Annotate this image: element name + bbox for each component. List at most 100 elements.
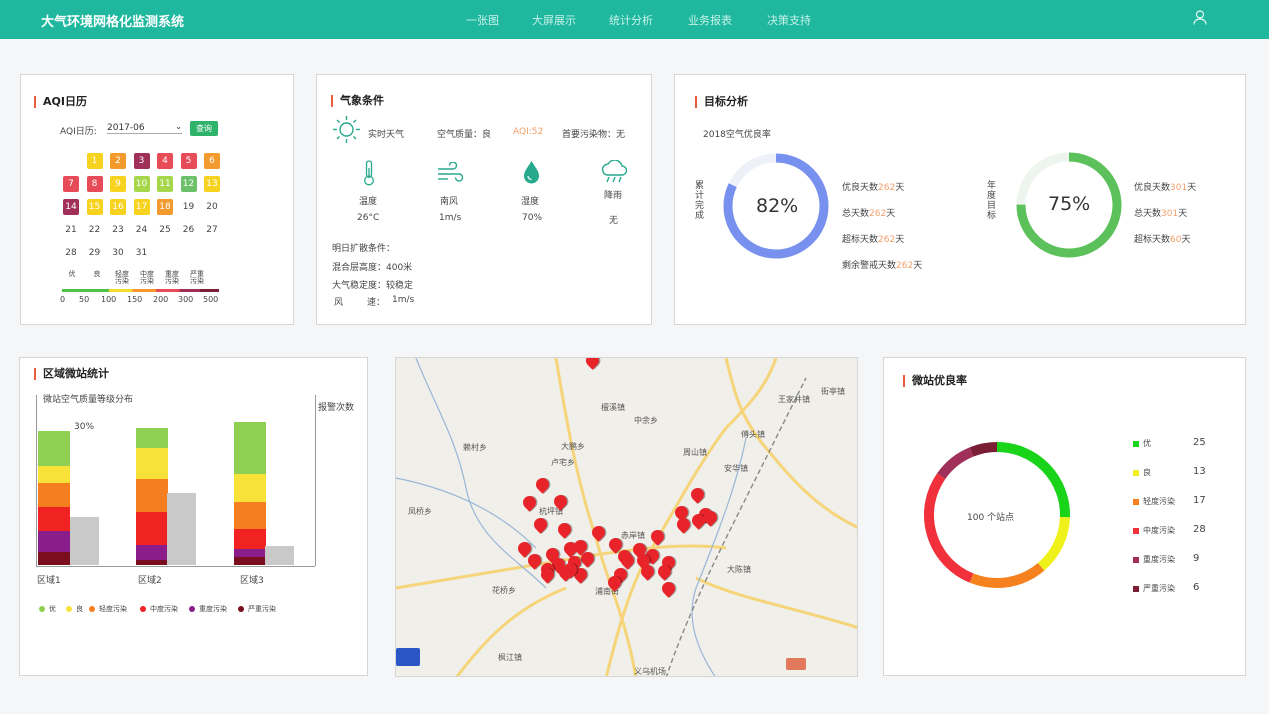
sun-icon	[333, 116, 360, 143]
alarm-bar[interactable]	[265, 546, 294, 565]
donut-slice[interactable]	[996, 442, 1070, 518]
calendar-day[interactable]: 19	[181, 199, 197, 215]
map-place: 花桥乡	[492, 586, 516, 595]
calendar-day[interactable]: 22	[87, 222, 103, 238]
stat-num: 301	[1161, 209, 1179, 219]
legend-item: 轻度污染	[89, 604, 127, 614]
stat-label: 优良天数	[1134, 183, 1171, 193]
stack-segment[interactable]	[234, 557, 266, 565]
user-icon[interactable]	[1193, 10, 1207, 25]
calendar-day[interactable]: 13	[204, 176, 220, 192]
wind-speed: 1m/s	[439, 213, 462, 223]
nav-reports[interactable]: 业务报表	[688, 12, 732, 28]
calendar-day[interactable]: 31	[134, 245, 150, 261]
calendar-day[interactable]: 7	[63, 176, 79, 192]
stack-segment[interactable]	[136, 512, 168, 545]
stack-segment[interactable]	[38, 507, 70, 531]
legend-text: 轻度污染	[99, 605, 127, 613]
station-count: 100 个站点	[967, 513, 1015, 523]
legend-text: 中度污染	[150, 605, 178, 613]
stack-segment[interactable]	[234, 549, 266, 557]
calendar-day[interactable]: 16	[110, 199, 126, 215]
calendar-day[interactable]: 8	[86, 176, 103, 192]
wind-speed-label: 风	[334, 298, 344, 308]
calendar-day[interactable]: 28	[63, 245, 79, 261]
donut-slice[interactable]	[924, 473, 974, 583]
alarm-bar[interactable]	[70, 517, 99, 565]
stack-segment[interactable]	[38, 483, 70, 507]
calendar-day[interactable]: 21	[63, 222, 79, 238]
tomorrow-label: 明日扩散条件：	[332, 244, 396, 254]
cumulative-label: 累计完成	[695, 181, 705, 221]
calendar-day[interactable]: 18	[157, 199, 173, 215]
nav-statistics[interactable]: 统计分析	[609, 12, 653, 28]
stack-segment[interactable]	[234, 529, 266, 549]
calendar-day[interactable]: 30	[110, 245, 126, 261]
stat-unit: 天	[1181, 235, 1191, 245]
stack-segment[interactable]	[136, 428, 168, 448]
calendar-day[interactable]: 6	[204, 153, 220, 169]
calendar-day[interactable]: 20	[204, 199, 220, 215]
stack-segment[interactable]	[234, 422, 266, 474]
stat-line: 超标天数60天	[1134, 232, 1190, 245]
thermometer-icon	[364, 160, 374, 186]
donut-slice[interactable]	[1037, 516, 1070, 571]
calendar-day[interactable]: 2	[110, 153, 126, 169]
nav-one-map[interactable]: 一张图	[466, 12, 499, 28]
month-select[interactable]: 2017-06 ⌄	[107, 122, 182, 134]
stack-segment[interactable]	[136, 560, 168, 565]
stat-label: 总天数	[1134, 209, 1162, 219]
target-analysis-card: 目标分析 2018空气优良率 累计完成 82% 优良天数262天 总天数262天超…	[674, 74, 1246, 325]
calendar-day[interactable]: 9	[110, 176, 126, 192]
calendar-day[interactable]: 12	[180, 176, 197, 192]
donut-slice[interactable]	[937, 447, 974, 480]
stat-line: 超标天数262天	[842, 232, 904, 245]
stack-segment[interactable]	[136, 448, 168, 479]
calendar-day[interactable]: 23	[110, 222, 126, 238]
legend-label: 良	[1143, 468, 1151, 477]
stack-segment[interactable]	[38, 431, 70, 466]
scale-tick: 50	[79, 295, 90, 304]
calendar-day[interactable]: 15	[86, 199, 103, 215]
legend-label: 优	[1143, 439, 1151, 448]
stability: 大气稳定度：较稳定	[332, 281, 414, 291]
query-button[interactable]: 查询	[190, 121, 218, 136]
calendar-day[interactable]: 14	[63, 199, 79, 215]
stack-segment[interactable]	[38, 552, 70, 565]
stack-segment[interactable]	[38, 531, 70, 552]
legend-swatch	[1133, 469, 1139, 476]
legend-swatch	[1133, 440, 1139, 447]
primary-pollutant: 首要污染物：无	[562, 130, 626, 140]
calendar-day[interactable]: 24	[134, 222, 150, 238]
alarm-bar[interactable]	[167, 493, 196, 565]
stat-unit: 天	[913, 261, 923, 271]
calendar-day[interactable]: 26	[181, 222, 197, 238]
donut-slice[interactable]	[969, 562, 1045, 588]
calendar-day[interactable]: 3	[133, 153, 150, 169]
stack-segment[interactable]	[234, 474, 266, 502]
calendar-day[interactable]: 11	[157, 176, 173, 192]
calendar-day[interactable]: 4	[157, 153, 173, 169]
calendar-day[interactable]: 25	[157, 222, 173, 238]
donut-slice[interactable]	[969, 442, 998, 457]
calendar-day[interactable]: 27	[204, 222, 220, 238]
stat-line: 剩余警戒天数262天	[842, 258, 922, 271]
calendar-day[interactable]: 10	[133, 176, 150, 192]
calendar-day[interactable]: 29	[87, 245, 103, 261]
stack-segment[interactable]	[234, 502, 266, 529]
nav-decision[interactable]: 决策支持	[767, 12, 811, 28]
legend-label: 重度污染	[165, 270, 179, 285]
legend-label: 优	[68, 270, 76, 278]
calendar-day[interactable]: 1	[86, 153, 103, 169]
calendar-day[interactable]: 5	[180, 153, 197, 169]
rate-legend-item: 重度污染	[1133, 554, 1175, 565]
region-label-1: 区域1	[37, 576, 61, 586]
station-map[interactable]: 檀溪镇 中余乡 大鹏乡 卢宅乡 赖村乡 周山镇 傅头镇 安华镇 王家井镇 街亭镇…	[395, 357, 858, 677]
stack-segment[interactable]	[38, 466, 70, 483]
nav-big-screen[interactable]: 大屏展示	[532, 12, 576, 28]
stack-segment[interactable]	[136, 545, 168, 560]
stack-segment[interactable]	[136, 479, 168, 512]
calendar-day[interactable]: 17	[133, 199, 150, 215]
humidity-value: 70%	[522, 213, 543, 223]
scale-tick: 100	[101, 295, 117, 304]
